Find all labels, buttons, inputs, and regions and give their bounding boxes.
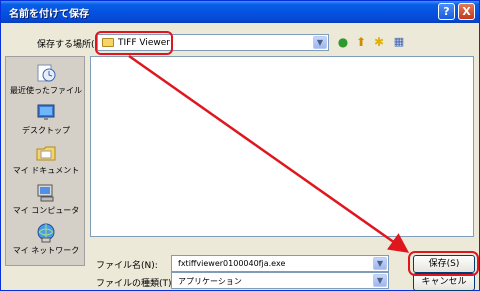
place-label: デスクトップ xyxy=(22,126,70,135)
my-documents-icon xyxy=(36,146,56,161)
my-network-icon xyxy=(37,223,55,243)
up-folder-icon[interactable]: ⬆ xyxy=(353,34,369,50)
cancel-button[interactable]: キャンセル xyxy=(413,273,475,291)
views-menu-icon[interactable]: ▦ xyxy=(391,34,407,50)
save-in-label: 保存する場所(I): xyxy=(37,40,104,50)
title-bar[interactable]: 名前を付けて保存 ? X xyxy=(1,1,479,23)
place-label: 最近使ったファイル xyxy=(10,86,82,95)
close-button[interactable]: X xyxy=(458,3,475,20)
place-label: マイ コンピュータ xyxy=(12,206,80,215)
file-type-dropdown[interactable]: アプリケーション ▼ xyxy=(171,272,389,289)
place-my-network[interactable]: マイ ネットワーク xyxy=(6,223,86,256)
file-name-field[interactable]: fxtiffviewer0100040fja.exe ▼ xyxy=(171,255,389,272)
file-name-label: ファイル名(N): xyxy=(96,261,158,271)
place-label: マイ ネットワーク xyxy=(12,246,80,255)
file-list-view[interactable] xyxy=(90,56,474,237)
place-label: マイ ドキュメント xyxy=(12,166,80,175)
file-name-value: fxtiffviewer0100040fja.exe xyxy=(178,259,286,268)
place-my-computer[interactable]: マイ コンピュータ xyxy=(6,183,86,216)
new-folder-icon[interactable]: ✱ xyxy=(371,34,387,50)
place-desktop[interactable]: デスクトップ xyxy=(6,103,86,136)
place-my-documents[interactable]: マイ ドキュメント xyxy=(6,143,86,176)
save-button[interactable]: 保存(S) xyxy=(413,255,475,273)
folder-icon xyxy=(102,38,114,47)
file-type-value: アプリケーション xyxy=(178,277,242,286)
my-computer-icon xyxy=(37,184,54,202)
chevron-down-icon[interactable]: ▼ xyxy=(313,36,327,49)
recent-documents-icon xyxy=(37,64,56,82)
back-arrow-icon[interactable]: ● xyxy=(335,34,351,50)
place-recent-documents[interactable]: 最近使ったファイル xyxy=(6,63,86,96)
places-bar: 最近使ったファイル デスクトップ マイ ドキュメント マイ コンピュータ マイ … xyxy=(5,56,85,266)
chevron-down-icon[interactable]: ▼ xyxy=(373,257,387,270)
file-type-label: ファイルの種類(T): xyxy=(96,279,175,289)
save-in-dropdown[interactable]: TIFF Viewer ▼ xyxy=(97,34,329,51)
dialog-title: 名前を付けて保存 xyxy=(9,9,89,20)
desktop-icon xyxy=(37,104,55,120)
save-in-value: TIFF Viewer xyxy=(118,38,170,48)
save-as-dialog: 名前を付けて保存 ? X 保存する場所(I): TIFF Viewer ▼ ● … xyxy=(0,0,480,291)
help-button[interactable]: ? xyxy=(438,3,455,20)
chevron-down-icon[interactable]: ▼ xyxy=(373,274,387,287)
